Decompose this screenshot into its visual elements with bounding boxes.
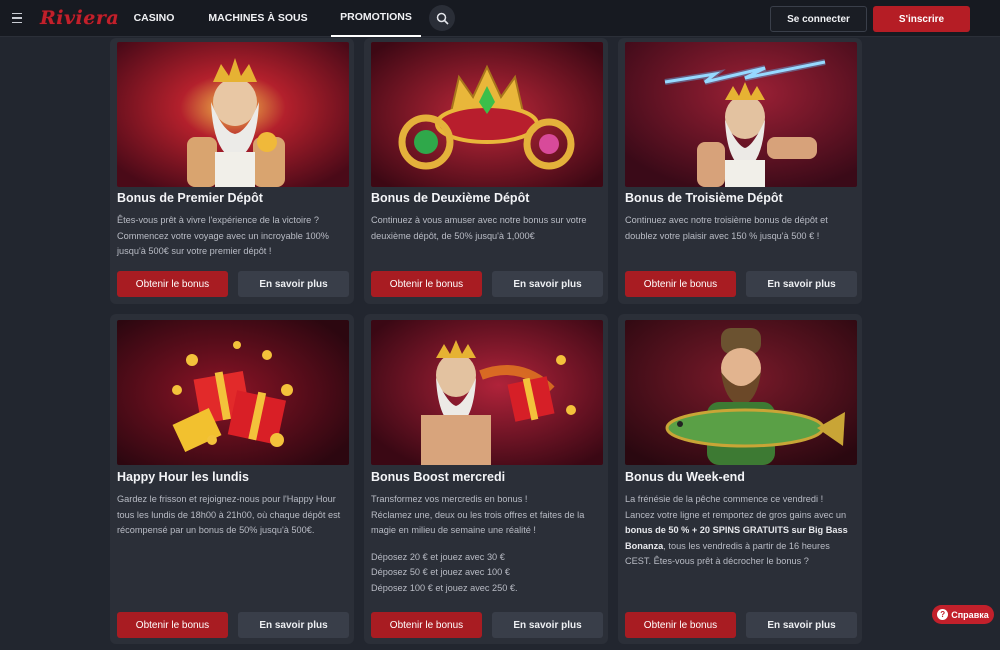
promo-description-line: Lancez votre ligne et remportez de gros … [625, 509, 848, 567]
promo-image-zeus-gift [371, 320, 603, 465]
hamburger-menu-icon[interactable] [12, 0, 40, 37]
nav-promotions[interactable]: PROMOTIONS [331, 0, 421, 37]
learn-more-button[interactable]: En savoir plus [238, 612, 349, 638]
promo-title: Bonus Boost mercredi [371, 470, 506, 484]
promo-description-line: La frénésie de la pêche commence ce vend… [625, 494, 824, 504]
learn-more-button[interactable]: En savoir plus [492, 612, 603, 638]
promo-description: Continuez à vous amuser avec notre bonus… [371, 215, 587, 241]
promo-card-happy-hour: Happy Hour les lundis Gardez le frisson … [110, 314, 354, 644]
nav-machines-a-sous[interactable]: MACHINES À SOUS [197, 0, 319, 37]
learn-more-button[interactable]: En savoir plus [238, 271, 349, 297]
question-icon: ? [937, 609, 949, 620]
promo-description: La frénésie de la pêche commence ce vend… [625, 492, 857, 570]
promo-description: Transformez vos mercredis en bonus ! Réc… [371, 492, 603, 596]
learn-more-button[interactable]: En savoir plus [492, 271, 603, 297]
get-bonus-button[interactable]: Obtenir le bonus [117, 271, 228, 297]
learn-more-button[interactable]: En savoir plus [746, 271, 857, 297]
promo-description-line: Transformez vos mercredis en bonus ! [371, 494, 528, 504]
get-bonus-button[interactable]: Obtenir le bonus [117, 612, 228, 638]
nav-casino[interactable]: CASINO [129, 0, 179, 37]
learn-more-button[interactable]: En savoir plus [746, 612, 857, 638]
promo-image-zeus-lightning [625, 42, 857, 187]
promo-description-line: Déposez 50 € et jouez avec 100 € [371, 567, 510, 577]
main-nav: CASINO MACHINES À SOUS PROMOTIONS [129, 0, 421, 37]
promo-title: Bonus de Troisième Dépôt [625, 191, 783, 205]
promo-card-first-deposit: Bonus de Premier Dépôt Êtes-vous prêt à … [110, 38, 354, 304]
promo-title: Bonus de Deuxième Dépôt [371, 191, 530, 205]
promo-title: Bonus du Week-end [625, 470, 745, 484]
get-bonus-button[interactable]: Obtenir le bonus [371, 612, 482, 638]
help-label: Справка [951, 609, 989, 620]
help-button[interactable]: ? Справка [932, 605, 994, 624]
promo-image-fisherman [625, 320, 857, 465]
top-header: Riviera CASINO MACHINES À SOUS PROMOTION… [0, 0, 1000, 37]
promo-description-line: Réclamez une, deux ou les trois offres e… [371, 509, 585, 536]
login-button[interactable]: Se connecter [770, 6, 867, 32]
promo-card-boost-wednesday: Bonus Boost mercredi Transformez vos mer… [364, 314, 608, 644]
get-bonus-button[interactable]: Obtenir le bonus [625, 612, 736, 638]
promo-description-line [371, 539, 603, 550]
get-bonus-button[interactable]: Obtenir le bonus [371, 271, 482, 297]
signup-button[interactable]: S'inscrire [873, 6, 970, 32]
get-bonus-button[interactable]: Obtenir le bonus [625, 271, 736, 297]
promo-image-gift-boxes [117, 320, 349, 465]
riviera-logo[interactable]: Riviera [40, 7, 120, 29]
promo-title: Happy Hour les lundis [117, 470, 249, 484]
promo-card-third-deposit: Bonus de Troisième Dépôt Continuez avec … [618, 38, 862, 304]
promo-card-weekend: Bonus du Week-end La frénésie de la pêch… [618, 314, 862, 644]
promo-image-crown-rings [371, 42, 603, 187]
promo-description-line: Déposez 100 € et jouez avec 250 €. [371, 582, 518, 593]
promo-image-zeus-gold [117, 42, 349, 187]
promo-card-second-deposit: Bonus de Deuxième Dépôt Continuez à vous… [364, 38, 608, 304]
promo-description: Continuez avec notre troisième bonus de … [625, 215, 828, 241]
promo-description-line: Déposez 20 € et jouez avec 30 € [371, 551, 505, 562]
promo-description: Gardez le frisson et rejoignez-nous pour… [117, 494, 341, 535]
promo-description: Êtes-vous prêt à vivre l'expérience de l… [117, 215, 329, 256]
search-icon[interactable] [429, 5, 455, 31]
promo-title: Bonus de Premier Dépôt [117, 191, 263, 205]
